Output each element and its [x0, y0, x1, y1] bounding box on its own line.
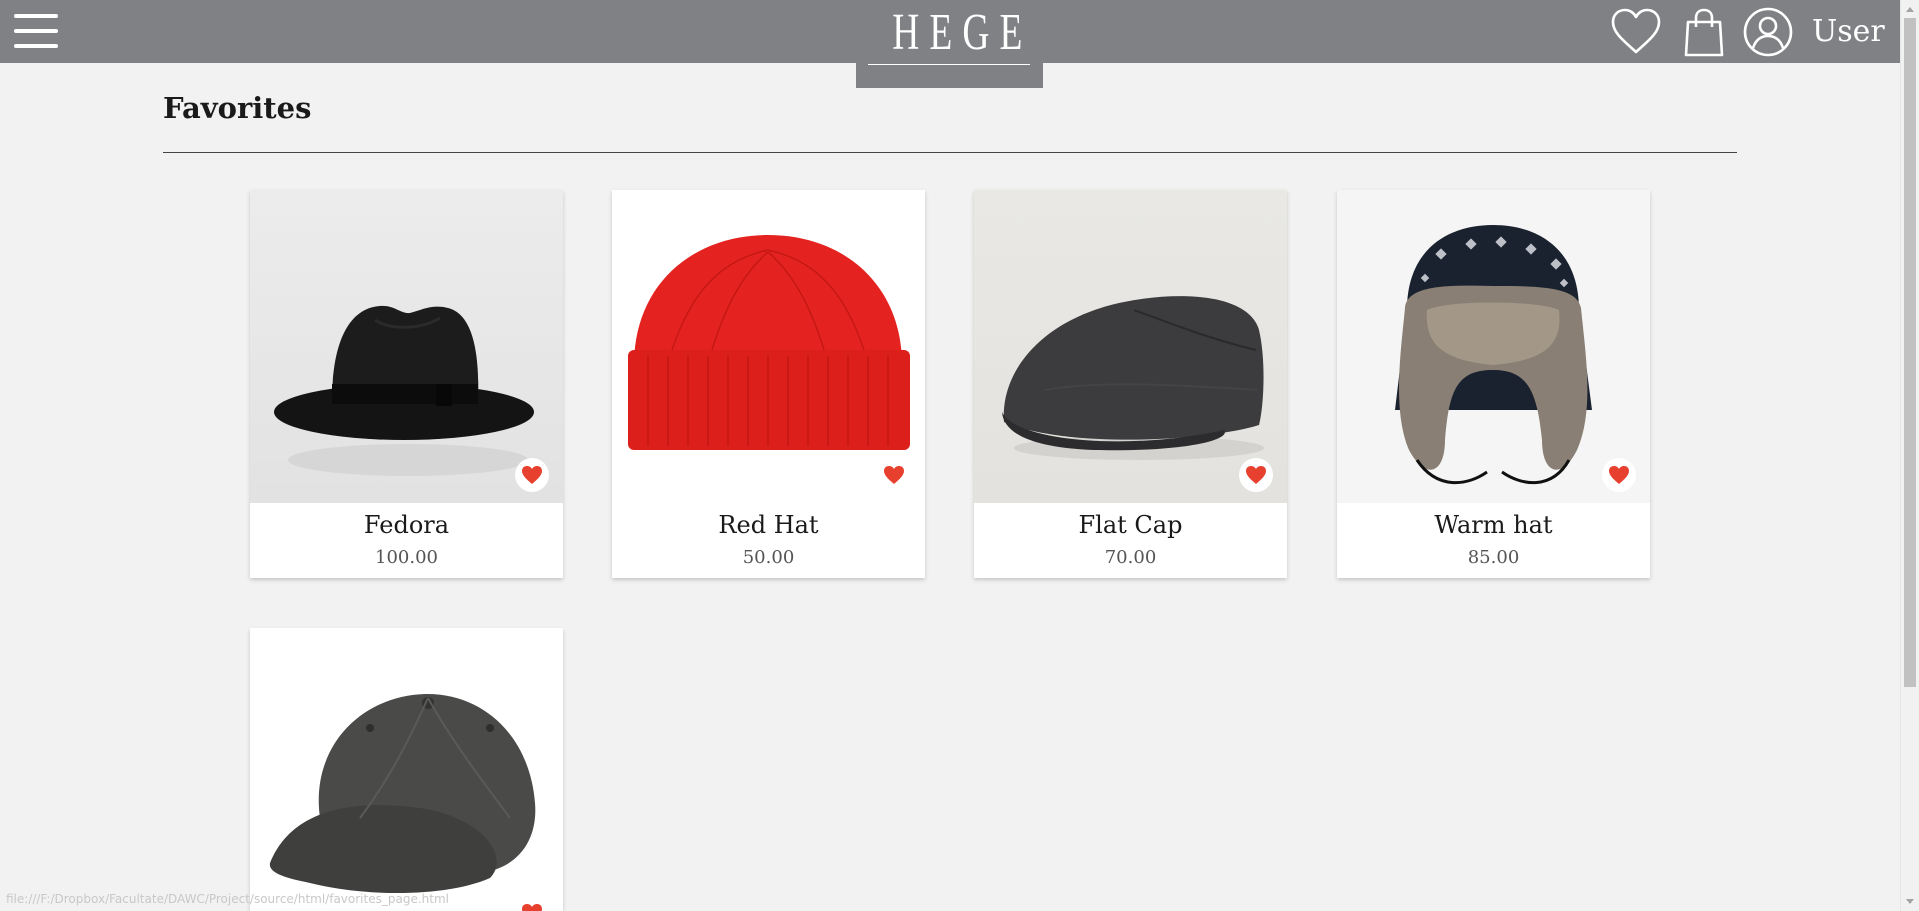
- title-divider: [163, 152, 1737, 153]
- product-image-red-hat[interactable]: [612, 190, 925, 503]
- product-price: 85.00: [1467, 547, 1520, 568]
- brand-name: HEGE: [892, 4, 1033, 61]
- product-card-warm-hat[interactable]: Warm hat 85.00: [1337, 190, 1650, 578]
- product-image-flat-cap[interactable]: [974, 190, 1287, 503]
- product-price: 70.00: [1104, 547, 1157, 568]
- favorite-toggle[interactable]: [877, 458, 911, 492]
- menu-icon[interactable]: [14, 14, 58, 48]
- product-price: 100.00: [375, 547, 438, 568]
- brand-logo[interactable]: HEGE: [856, 0, 1043, 88]
- product-name[interactable]: Red Hat: [612, 508, 925, 542]
- heart-icon[interactable]: [1610, 8, 1662, 56]
- product-image-warm-hat[interactable]: [1337, 190, 1650, 503]
- vertical-scrollbar[interactable]: [1900, 0, 1919, 911]
- scroll-down-arrow-icon[interactable]: [1906, 899, 1914, 904]
- heart-filled-icon: [522, 466, 542, 484]
- heart-filled-icon: [522, 904, 542, 911]
- scroll-thumb[interactable]: [1904, 18, 1916, 687]
- heart-filled-icon: [884, 466, 904, 484]
- favorite-toggle[interactable]: [515, 458, 549, 492]
- product-name[interactable]: Flat Cap: [974, 508, 1287, 542]
- product-name[interactable]: Warm hat: [1337, 508, 1650, 542]
- product-card-red-hat[interactable]: Red Hat 50.00: [612, 190, 925, 578]
- product-price: 50.00: [742, 547, 795, 568]
- product-card-fedora[interactable]: Fedora 100.00: [250, 190, 563, 578]
- status-bar-url: file:///F:/Dropbox/Facultate/DAWC/Projec…: [6, 892, 449, 906]
- heart-filled-icon: [1246, 466, 1266, 484]
- product-card-baseball-cap[interactable]: [250, 628, 563, 911]
- scroll-up-arrow-icon[interactable]: [1906, 7, 1914, 12]
- favorite-toggle[interactable]: [1602, 458, 1636, 492]
- brand-underline: [868, 64, 1030, 65]
- favorite-toggle[interactable]: [1239, 458, 1273, 492]
- user-icon[interactable]: [1742, 6, 1794, 58]
- page-title: Favorites: [163, 91, 312, 125]
- product-card-flat-cap[interactable]: Flat Cap 70.00: [974, 190, 1287, 578]
- user-account-link[interactable]: User: [1812, 10, 1885, 54]
- heart-filled-icon: [1609, 466, 1629, 484]
- shopping-bag-icon[interactable]: [1683, 8, 1725, 58]
- product-image-fedora[interactable]: [250, 190, 563, 503]
- product-name[interactable]: Fedora: [250, 508, 563, 542]
- product-image-baseball-cap[interactable]: [250, 628, 563, 911]
